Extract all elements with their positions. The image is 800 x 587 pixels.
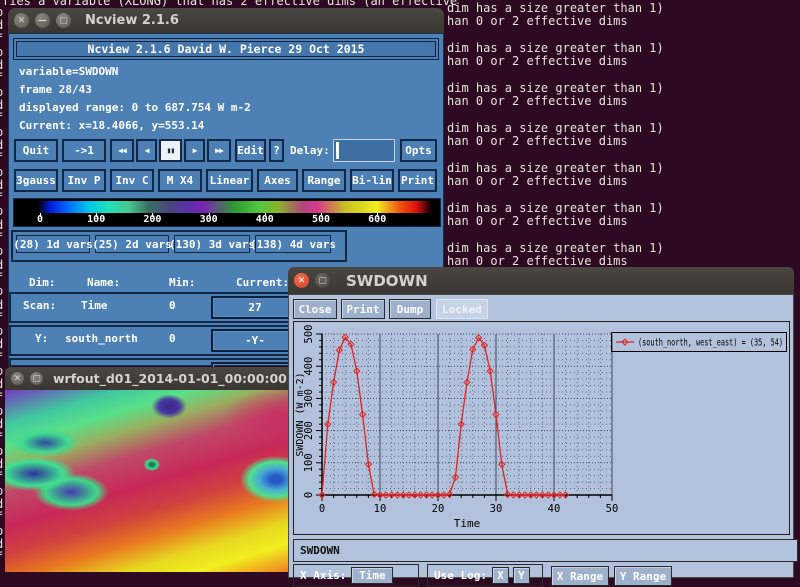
- x-range-button[interactable]: X Range: [551, 566, 609, 586]
- opts-button[interactable]: Opts: [400, 139, 437, 162]
- rewind-icon[interactable]: ◀◀: [110, 139, 134, 162]
- axes-button[interactable]: Axes: [257, 169, 298, 192]
- dump-button[interactable]: Dump: [389, 299, 431, 319]
- svg-text:40: 40: [548, 503, 561, 515]
- dim-label: Scan:: [23, 299, 56, 312]
- y-range-button[interactable]: Y Range: [614, 566, 672, 586]
- current-header: Current:: [236, 276, 289, 289]
- variable-readout: variable=SWDOWN: [19, 65, 118, 78]
- plot-window-body: Close Print Dump Locked 0102030405001002…: [288, 294, 794, 578]
- maximize-icon[interactable]: ▢: [56, 13, 71, 28]
- terminal-output: dim has a size greater than 1)han 0 or 2…: [447, 2, 664, 282]
- step-back-icon[interactable]: ◀: [136, 139, 157, 162]
- swdown-line-chart[interactable]: 010203040500100200300400500TimeSWDOWN (W…: [294, 322, 789, 534]
- window-title: wrfout_d01_2014-01-01_00:00:00: [53, 371, 287, 386]
- map-window-titlebar[interactable]: ✕ ▢ wrfout_d01_2014-01-01_00:00:00: [5, 367, 293, 390]
- map-window: ✕ ▢ wrfout_d01_2014-01-01_00:00:00: [5, 367, 293, 572]
- edit-button[interactable]: Edit: [235, 139, 266, 162]
- svg-text:(south_north, west_east) = (35: (south_north, west_east) = (35, 54): [638, 338, 783, 349]
- window-title: SWDOWN: [346, 272, 428, 290]
- restore-icon[interactable]: ▢: [315, 273, 330, 288]
- dim-current-value[interactable]: 27: [211, 296, 299, 319]
- plot-message-text: SWDOWN: [300, 544, 340, 557]
- invert-c-button[interactable]: Inv C: [110, 169, 154, 192]
- dim-current-value[interactable]: -Y-: [211, 329, 299, 352]
- dim-label: Y:: [35, 332, 48, 345]
- pause-icon[interactable]: ▮▮: [159, 139, 182, 162]
- plot-window-titlebar[interactable]: ✕ ▢ SWDOWN: [288, 267, 794, 294]
- dim-header: Dim:: [29, 276, 56, 289]
- fast-forward-icon[interactable]: ▶▶: [207, 139, 231, 162]
- bilin-button[interactable]: Bi-lin: [350, 169, 394, 192]
- log-y-toggle[interactable]: Y: [513, 567, 530, 584]
- svg-text:Time: Time: [454, 517, 481, 530]
- svg-text:30: 30: [490, 503, 503, 515]
- x-axis-label: X Axis:: [300, 569, 346, 582]
- colormap-button[interactable]: 3gauss: [14, 169, 58, 192]
- delay-input[interactable]: [333, 139, 395, 162]
- dim-min: 0: [169, 332, 176, 345]
- log-x-toggle[interactable]: X: [492, 567, 509, 584]
- step-forward-icon[interactable]: ▶: [184, 139, 205, 162]
- use-log-group: Use Log: X Y: [427, 564, 543, 587]
- close-button[interactable]: Close: [293, 299, 337, 319]
- var-buttons-frame: (28) 1d vars (25) 2d vars (130) 3d vars …: [11, 230, 347, 262]
- close-icon[interactable]: ✕: [294, 273, 309, 288]
- ncview-header-text: Ncview 2.1.6 David W. Pierce 29 Oct 2015: [88, 42, 365, 56]
- close-icon[interactable]: ✕: [14, 13, 29, 28]
- svg-text:0: 0: [319, 503, 325, 515]
- x-axis-select[interactable]: Time: [351, 567, 393, 584]
- svg-text:50: 50: [606, 503, 619, 515]
- delay-label: Delay:: [290, 144, 330, 157]
- print-button[interactable]: Print: [341, 299, 385, 319]
- name-header: Name:: [87, 276, 120, 289]
- vars-1d-button[interactable]: (28) 1d vars: [16, 235, 90, 253]
- goto-frame-button[interactable]: ->1: [62, 139, 106, 162]
- min-header: Min:: [169, 276, 196, 289]
- help-button[interactable]: ?: [269, 139, 284, 162]
- dim-name[interactable]: south_north: [65, 332, 138, 345]
- locked-button[interactable]: Locked: [436, 299, 488, 319]
- dim-min: 0: [169, 299, 176, 312]
- print-button[interactable]: Print: [398, 169, 437, 192]
- frame-readout: frame 28/43: [19, 83, 92, 96]
- text-cursor: [336, 142, 339, 159]
- svg-text:20: 20: [432, 503, 445, 515]
- plot-frame: 010203040500100200300400500TimeSWDOWN (W…: [293, 321, 790, 535]
- magnify-button[interactable]: M X4: [158, 169, 202, 192]
- svg-text:500: 500: [303, 325, 315, 344]
- use-log-label: Use Log:: [434, 569, 487, 582]
- terminal-left-strip: o d f o d f o d f o d f o d f o d f o d …: [0, 6, 3, 564]
- quit-button[interactable]: Quit: [14, 139, 58, 162]
- invert-p-button[interactable]: Inv P: [62, 169, 106, 192]
- wrf-data-map[interactable]: [5, 390, 293, 572]
- vars-4d-button[interactable]: (138) 4d vars: [255, 235, 331, 253]
- current-readout: Current: x=18.4066, y=553.14: [19, 119, 204, 132]
- range-readout: displayed range: 0 to 687.754 W m-2: [19, 101, 251, 114]
- svg-text:10: 10: [374, 503, 387, 515]
- plot-window: ✕ ▢ SWDOWN Close Print Dump Locked 0 10 20…: [288, 267, 794, 578]
- maximize-icon[interactable]: ▢: [30, 372, 43, 385]
- vars-3d-button[interactable]: (130) 3d vars: [174, 235, 250, 253]
- ncview-titlebar[interactable]: ✕ — ▢ Ncview 2.1.6: [8, 8, 444, 33]
- plot-message-box: SWDOWN: [293, 539, 798, 562]
- close-icon[interactable]: ✕: [11, 372, 24, 385]
- x-axis-group: X Axis: Time: [293, 564, 419, 587]
- window-title: Ncview 2.1.6: [85, 13, 179, 28]
- minimize-icon[interactable]: —: [35, 13, 50, 28]
- ncview-header: Ncview 2.1.6 David W. Pierce 29 Oct 2015: [13, 38, 439, 60]
- svg-text:SWDOWN (W m-2): SWDOWN (W m-2): [295, 372, 306, 456]
- svg-text:0: 0: [303, 492, 315, 498]
- dim-name[interactable]: Time: [81, 299, 108, 312]
- vars-2d-button[interactable]: (25) 2d vars: [95, 235, 169, 253]
- colorbar[interactable]: 0100200300400500600: [13, 198, 441, 227]
- linear-button[interactable]: Linear: [206, 169, 253, 192]
- colorbar-gradient: [38, 201, 432, 213]
- range-button[interactable]: Range: [302, 169, 346, 192]
